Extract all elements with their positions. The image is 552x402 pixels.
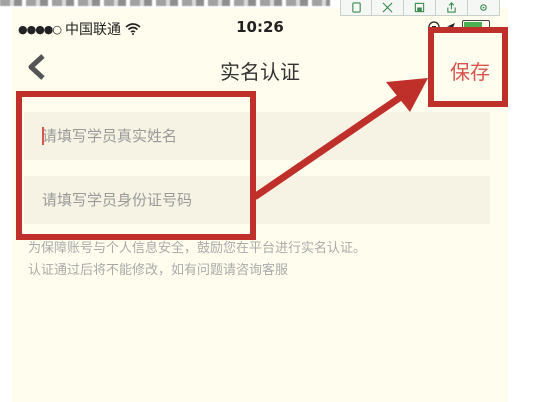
id-number-input[interactable] bbox=[24, 176, 490, 224]
copy-icon[interactable] bbox=[340, 0, 372, 16]
settings-icon[interactable] bbox=[468, 0, 500, 16]
text-cursor bbox=[42, 127, 44, 145]
nav-bar: 实名认证 保存 bbox=[12, 40, 508, 94]
save-icon[interactable] bbox=[404, 0, 436, 16]
status-right bbox=[428, 20, 490, 33]
battery-icon bbox=[462, 20, 490, 33]
orientation-lock-icon bbox=[428, 20, 440, 33]
notice-line-2: 认证通过后将不能修改，如有问题请咨询客服 bbox=[28, 263, 289, 278]
real-name-input[interactable] bbox=[24, 112, 490, 160]
phone-screen: ●●●●○ 中国联通 10:26 实名认证 保存 请填写学员真实姓名 请填写学员… bbox=[12, 8, 508, 402]
blurred-text-strip bbox=[0, 0, 330, 6]
save-button[interactable]: 保存 bbox=[450, 56, 490, 85]
share-icon[interactable] bbox=[436, 0, 468, 16]
page-title: 实名认证 bbox=[220, 60, 300, 84]
screenshot-toolbar bbox=[340, 0, 500, 16]
expand-icon[interactable] bbox=[372, 0, 404, 16]
notice-line-1: 为保障账号与个人信息安全，鼓励您在平台进行实名认证。 bbox=[28, 241, 367, 256]
location-icon bbox=[447, 22, 455, 31]
verification-notice: 为保障账号与个人信息安全，鼓励您在平台进行实名认证。 认证通过后将不能修改，如有… bbox=[28, 238, 488, 282]
